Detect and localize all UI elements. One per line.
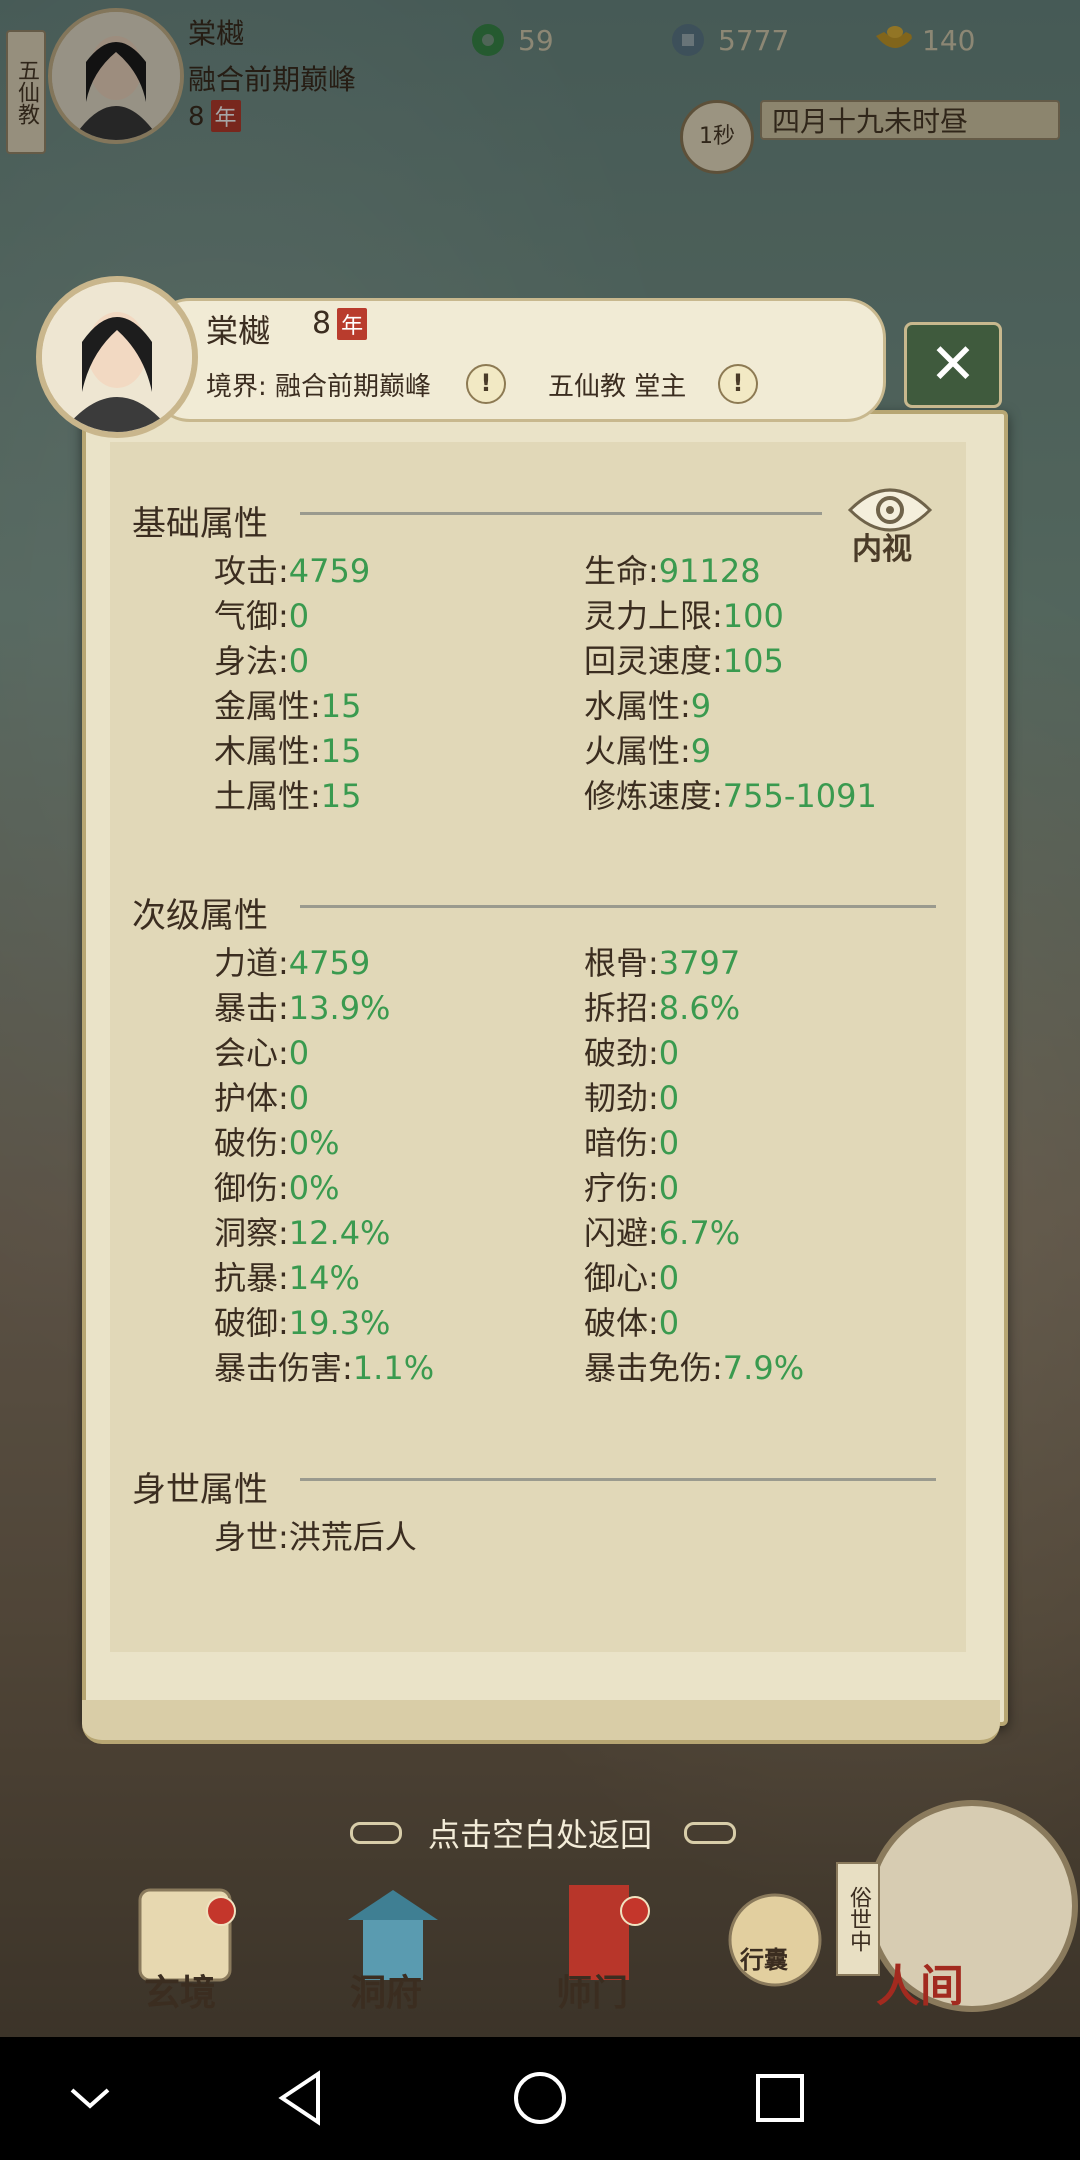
attr-damage-guard: 御伤:0% bbox=[214, 1169, 340, 1207]
attr-pierce-damage: 破伤:0% bbox=[214, 1124, 340, 1162]
attr-body-guard: 护体:0 bbox=[214, 1079, 310, 1117]
dialog-realm: 境界: 融合前期巅峰 bbox=[206, 372, 432, 402]
close-icon: ✕ bbox=[929, 332, 977, 397]
attr-health: 生命:91128 bbox=[584, 552, 761, 590]
year-badge: 年 bbox=[337, 308, 368, 340]
attr-attack: 攻击:4759 bbox=[214, 552, 371, 590]
nav-label-mystic-realm: 玄境 bbox=[144, 1972, 217, 2014]
notification-dot bbox=[620, 1896, 650, 1926]
attr-qi-defense: 气御:0 bbox=[214, 597, 310, 635]
recents-icon[interactable] bbox=[740, 2058, 820, 2138]
attr-insight: 洞察:12.4% bbox=[214, 1214, 391, 1252]
attr-origin: 身世:洪荒后人 bbox=[214, 1518, 417, 1556]
attr-dodge: 闪避:6.7% bbox=[584, 1214, 741, 1252]
human-world-status-tag: 俗世中 bbox=[836, 1862, 880, 1976]
divider bbox=[300, 905, 936, 908]
portrait-icon bbox=[42, 282, 192, 432]
dialog-age-value: 8 bbox=[312, 306, 332, 341]
realm-info-icon[interactable]: ! bbox=[466, 364, 506, 404]
attr-mind-guard: 御心:0 bbox=[584, 1259, 680, 1297]
secondary-attributes-title: 次级属性 bbox=[132, 896, 268, 936]
nav-label-cave-dwelling: 洞府 bbox=[350, 1972, 423, 2014]
notification-dot bbox=[206, 1896, 236, 1926]
right-cloud-ornament bbox=[684, 1822, 736, 1844]
attr-spirit-regen: 回灵速度:105 bbox=[584, 642, 784, 680]
attr-healing: 疗伤:0 bbox=[584, 1169, 680, 1207]
dialog-age: 8年 bbox=[312, 306, 368, 341]
attr-hidden-wound: 暗伤:0 bbox=[584, 1124, 680, 1162]
close-button[interactable]: ✕ bbox=[904, 322, 1002, 408]
attr-spirit-cap: 灵力上限:100 bbox=[584, 597, 784, 635]
attr-wood: 木属性:15 bbox=[214, 732, 362, 770]
attr-break-defense: 破御:19.3% bbox=[214, 1304, 391, 1342]
basic-attributes-title: 基础属性 bbox=[132, 504, 268, 544]
divider bbox=[300, 512, 822, 515]
dialog-sect: 五仙教 堂主 bbox=[548, 372, 687, 402]
attr-strength: 力道:4759 bbox=[214, 944, 371, 982]
attr-toughness: 韧劲:0 bbox=[584, 1079, 680, 1117]
attr-constitution: 根骨:3797 bbox=[584, 944, 741, 982]
attr-crit-damage-reduction: 暴击免伤:7.9% bbox=[584, 1349, 805, 1387]
nav-label-inventory: 行囊 bbox=[740, 1945, 788, 1974]
attr-break-body: 破体:0 bbox=[584, 1304, 680, 1342]
back-icon[interactable] bbox=[260, 2058, 340, 2138]
attr-fire: 火属性:9 bbox=[584, 732, 712, 770]
attr-cultivation-speed: 修炼速度:755-1091 bbox=[584, 777, 877, 815]
dialog-avatar bbox=[36, 276, 198, 438]
chevron-down-icon[interactable] bbox=[50, 2058, 130, 2138]
attr-parry: 拆招:8.6% bbox=[584, 989, 741, 1027]
attr-break-force: 破劲:0 bbox=[584, 1034, 680, 1072]
home-icon[interactable] bbox=[500, 2058, 580, 2138]
attr-crit-focus: 会心:0 bbox=[214, 1034, 310, 1072]
attr-agility: 身法:0 bbox=[214, 642, 310, 680]
dialog-name: 棠樾 bbox=[206, 312, 271, 350]
attr-crit-resist: 抗暴:14% bbox=[214, 1259, 360, 1297]
divider bbox=[300, 1478, 936, 1481]
attr-crit-damage: 暴击伤害:1.1% bbox=[214, 1349, 435, 1387]
origin-attributes-title: 身世属性 bbox=[132, 1470, 268, 1510]
dialog-bottom-roll bbox=[82, 1700, 1000, 1744]
attr-metal: 金属性:15 bbox=[214, 687, 362, 725]
attr-earth: 土属性:15 bbox=[214, 777, 362, 815]
nav-label-sect: 师门 bbox=[556, 1972, 629, 2014]
sect-info-icon[interactable]: ! bbox=[718, 364, 758, 404]
human-world-label: 人间 bbox=[876, 1961, 964, 2012]
attr-water: 水属性:9 bbox=[584, 687, 712, 725]
inner-view-label: 内视 bbox=[852, 532, 912, 567]
attr-crit: 暴击:13.9% bbox=[214, 989, 391, 1027]
